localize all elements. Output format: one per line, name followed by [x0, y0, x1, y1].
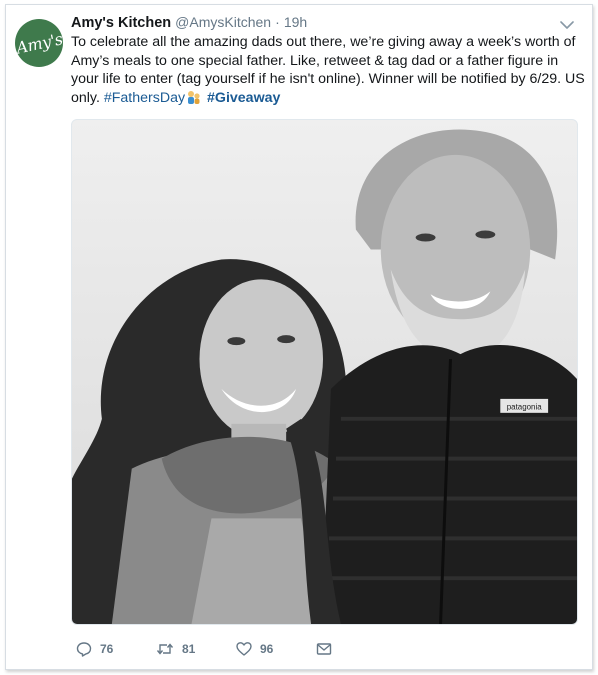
retweet-icon [156, 643, 174, 655]
tweet-header: Amy's Kitchen @AmysKitchen · 19h [71, 13, 564, 33]
hashtag-giveaway[interactable]: #Giveaway [207, 90, 280, 106]
tweet-photo[interactable]: patagonia [71, 119, 578, 625]
hashtag-fathersday[interactable]: #FathersDay [104, 90, 185, 106]
envelope-icon [316, 643, 332, 655]
heart-icon [236, 642, 252, 656]
chevron-down-icon[interactable] [560, 17, 574, 29]
separator-dot: · [275, 14, 280, 30]
like-count: 96 [260, 642, 274, 656]
jacket-logo: patagonia [507, 402, 543, 411]
tweet-time[interactable]: 19h [284, 14, 307, 30]
retweet-count: 81 [182, 642, 196, 656]
tweet-text: To celebrate all the amazing dads out th… [71, 33, 586, 107]
direct-message-button[interactable] [316, 641, 340, 657]
author-name[interactable]: Amy's Kitchen [71, 15, 171, 31]
reply-button[interactable]: 76 [76, 641, 156, 657]
like-button[interactable]: 96 [236, 641, 316, 657]
author-handle[interactable]: @AmysKitchen [175, 14, 271, 30]
reply-count: 76 [100, 642, 114, 656]
family-emoji-icon [186, 89, 202, 105]
avatar[interactable]: Amy's [15, 19, 63, 67]
reply-icon [76, 642, 92, 657]
tweet-actions: 76 81 96 [76, 639, 340, 659]
avatar-logo: Amy's [15, 28, 63, 58]
retweet-button[interactable]: 81 [156, 641, 236, 657]
tweet-card[interactable]: Amy's Amy's Kitchen @AmysKitchen · 19h T… [5, 4, 593, 670]
photo-father-daughter: patagonia [72, 120, 577, 624]
